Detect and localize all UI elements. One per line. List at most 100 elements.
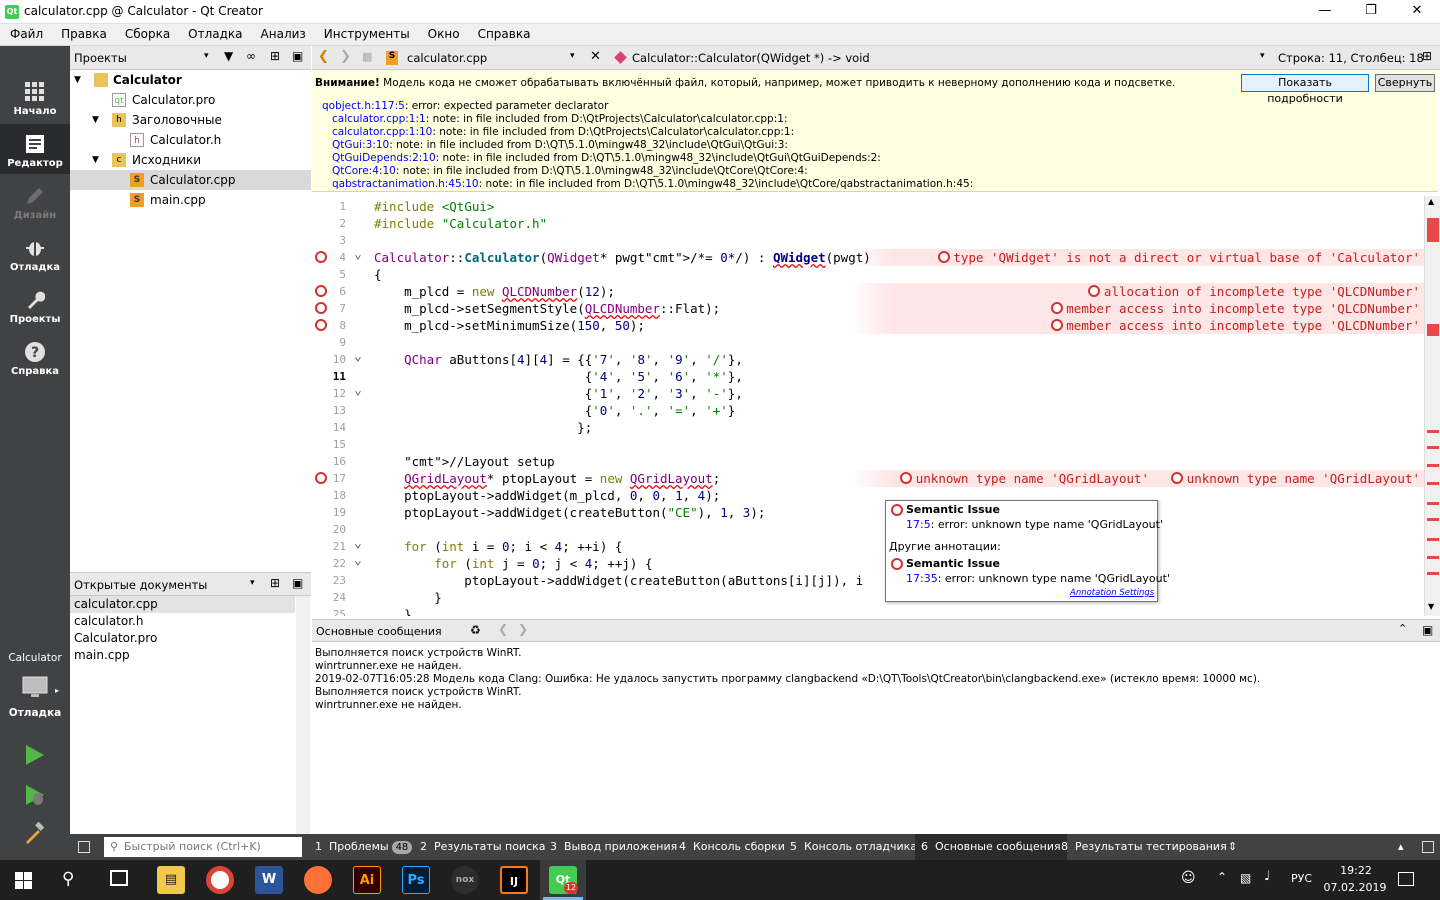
- chevron-down-icon[interactable]: ▾: [1260, 51, 1265, 61]
- expand-arrow-icon[interactable]: ▼: [92, 110, 99, 130]
- people-icon[interactable]: ☺: [1181, 870, 1196, 886]
- menu-tools[interactable]: Инструменты: [314, 24, 418, 45]
- menu-debug[interactable]: Отладка: [178, 24, 250, 45]
- mode-help[interactable]: ? Справка: [0, 332, 70, 382]
- code-line[interactable]: 18 ptopLayout->addWidget(m_plcd, 0, 0, 1…: [312, 487, 1424, 504]
- code-line[interactable]: 21 ⌄ for (int i = 0; i < 4; ++i) {: [312, 535, 1424, 555]
- maximize-button[interactable]: ❐: [1348, 0, 1394, 24]
- code-line[interactable]: 11 {'4', '5', '6', '*'},: [312, 368, 1424, 385]
- annotation-settings-link[interactable]: Annotation Settings: [1070, 588, 1154, 598]
- menu-window[interactable]: Окно: [418, 24, 468, 45]
- clock-date[interactable]: 07.02.2019: [1322, 881, 1388, 894]
- fold-arrow-icon[interactable]: ⌄: [354, 552, 362, 569]
- open-docs-scrollbar[interactable]: [296, 596, 310, 834]
- chevron-up-icon[interactable]: ⌃: [1217, 870, 1227, 884]
- split-icon[interactable]: ⊞: [1422, 49, 1432, 63]
- collapse-up-icon[interactable]: ▴: [1398, 834, 1404, 860]
- illustrator-icon[interactable]: Ai: [353, 866, 381, 894]
- search-icon[interactable]: ⚲: [62, 869, 74, 889]
- file-selector[interactable]: calculator.cpp: [407, 51, 487, 65]
- code-line[interactable]: 14 };: [312, 419, 1424, 436]
- notifications-icon[interactable]: [1398, 872, 1414, 886]
- open-doc-item[interactable]: main.cpp: [70, 647, 295, 664]
- code-line[interactable]: 3: [312, 232, 1424, 249]
- quick-search-input[interactable]: Быстрый поиск (Ctrl+K): [104, 837, 302, 857]
- tree-item-main-cpp[interactable]: S main.cpp: [70, 190, 311, 210]
- inline-error-annotation[interactable]: type 'QWidget' is not a direct or virtua…: [953, 249, 1420, 266]
- inline-error-annotation[interactable]: unknown type name 'QGridLayout': [916, 470, 1149, 487]
- tree-item-calculator-cpp[interactable]: S Calculator.cpp: [70, 170, 311, 190]
- menu-build[interactable]: Сборка: [115, 24, 178, 45]
- language-indicator[interactable]: РУС: [1291, 872, 1312, 885]
- code-line[interactable]: 4 ⌄ Calculator::Calculator(QWidget* pwgt"c…: [312, 246, 1424, 266]
- task-view-icon[interactable]: [110, 870, 128, 886]
- tab-test-results[interactable]: 8 Результаты тестирования: [1061, 834, 1227, 860]
- symbol-selector[interactable]: Calculator::Calculator(QWidget *) -> voi…: [632, 51, 870, 65]
- link-icon[interactable]: ∞: [246, 49, 256, 63]
- output-log[interactable]: Выполняется поиск устройств WinRT. winrt…: [312, 642, 1424, 834]
- tab-search-results[interactable]: 2 Результаты поиска: [420, 834, 546, 860]
- clear-output-icon[interactable]: ♻: [470, 623, 481, 637]
- file-explorer-icon[interactable]: ▤: [157, 866, 185, 894]
- code-line[interactable]: 17 QGridLayout* ptopLayout = new QGridLa…: [312, 470, 1424, 487]
- code-line[interactable]: 8 m_plcd->setMinimumSize(150, 50); member…: [312, 317, 1424, 334]
- next-icon[interactable]: ❯: [518, 622, 528, 636]
- code-line[interactable]: 22 ⌄ for (int j = 0; j < 4; ++j) {: [312, 552, 1424, 572]
- code-line[interactable]: 24 }: [312, 589, 1424, 606]
- fold-arrow-icon[interactable]: ⌄: [354, 535, 362, 552]
- tree-item-calculator[interactable]: ▼ Calculator: [70, 70, 311, 90]
- split-icon[interactable]: ⊞: [270, 576, 280, 590]
- windows-start-icon[interactable]: [15, 872, 32, 889]
- qt-creator-task[interactable]: Qt 12: [540, 860, 586, 900]
- run-icon[interactable]: [24, 744, 46, 766]
- tree-item-calculator-pro[interactable]: qt Calculator.pro: [70, 90, 311, 110]
- code-line[interactable]: 12 ⌄ {'1', '2', '3', '-'},: [312, 382, 1424, 402]
- chevron-down-icon[interactable]: ▾: [250, 578, 255, 588]
- code-line[interactable]: 13 {'0', '.', '=', '+'}: [312, 402, 1424, 419]
- maximize-pane-icon[interactable]: ⌃: [1398, 622, 1407, 635]
- fold-arrow-icon[interactable]: ⌄: [354, 246, 362, 263]
- chevron-down-icon[interactable]: ▾: [204, 51, 209, 61]
- fold-arrow-icon[interactable]: ⌄: [354, 348, 362, 365]
- editor-scrollbar[interactable]: ▲ ▼: [1424, 196, 1440, 616]
- target-project[interactable]: Calculator: [0, 652, 70, 664]
- build-hammer-icon[interactable]: [24, 822, 46, 844]
- volume-icon[interactable]: ♩: [1264, 869, 1270, 884]
- inline-error-annotation[interactable]: unknown type name 'QGridLayout': [1187, 470, 1420, 487]
- monitor-icon[interactable]: [22, 676, 48, 700]
- code-line[interactable]: 15: [312, 436, 1424, 453]
- code-editor[interactable]: 1 #include <QtGui> 2 #include "Calculator.h…: [312, 196, 1424, 616]
- network-icon[interactable]: ▧: [1240, 871, 1251, 885]
- tree-item-sources[interactable]: ▼ c Исходники: [70, 150, 311, 170]
- minimize-button[interactable]: —: [1302, 0, 1348, 24]
- collapse-button[interactable]: Свернуть: [1375, 74, 1435, 92]
- debug-run-icon[interactable]: [24, 784, 46, 806]
- firefox-icon[interactable]: [304, 866, 332, 894]
- toggle-sidebar-icon[interactable]: [78, 841, 90, 853]
- mode-welcome[interactable]: Начало: [0, 72, 70, 122]
- open-doc-item[interactable]: calculator.cpp: [70, 596, 295, 613]
- close-pane-icon[interactable]: ▣: [292, 576, 303, 590]
- chevron-down-icon[interactable]: ▾: [570, 51, 575, 61]
- photoshop-icon[interactable]: Ps: [402, 866, 430, 894]
- expand-arrow-icon[interactable]: ▼: [74, 70, 81, 90]
- code-line[interactable]: 1 #include <QtGui>: [312, 198, 1424, 215]
- close-file-icon[interactable]: ✕: [590, 49, 601, 64]
- tab-application-output[interactable]: 3 Вывод приложения: [550, 834, 677, 860]
- tree-item-calculator-h[interactable]: h Calculator.h: [70, 130, 311, 150]
- split-icon[interactable]: ⊞: [270, 49, 280, 63]
- menu-help[interactable]: Справка: [468, 24, 539, 45]
- code-line[interactable]: 10 ⌄ QChar aButtons[4][4] = {{'7', '8', '…: [312, 348, 1424, 368]
- tab-debugger-console[interactable]: 5 Консоль отладчика: [790, 834, 917, 860]
- tab-problems[interactable]: 1 Проблемы 48: [315, 834, 413, 860]
- tab-general-messages[interactable]: 6 Основные сообщения: [915, 834, 1067, 860]
- code-line[interactable]: 23 ptopLayout->addWidget(createButton(aB…: [312, 572, 1424, 589]
- close-button[interactable]: ✕: [1394, 0, 1440, 24]
- filter-icon[interactable]: ▼: [224, 49, 233, 63]
- fold-arrow-icon[interactable]: ⌄: [354, 382, 362, 399]
- inline-error-annotation[interactable]: allocation of incomplete type 'QLCDNumbe…: [1104, 283, 1420, 300]
- open-doc-item[interactable]: calculator.h: [70, 613, 295, 630]
- jetbrains-icon[interactable]: IJ: [500, 866, 528, 894]
- menu-edit[interactable]: Правка: [51, 24, 115, 45]
- code-line[interactable]: 25 }: [312, 606, 1424, 616]
